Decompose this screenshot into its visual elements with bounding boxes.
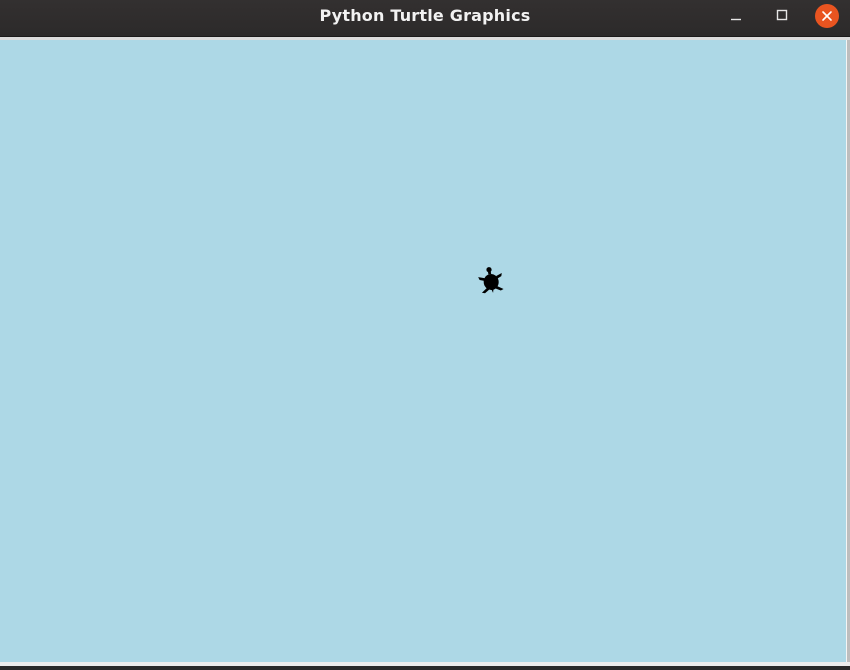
turtle-canvas[interactable] [0,40,848,662]
window-title: Python Turtle Graphics [319,6,531,25]
minimize-icon [731,18,741,21]
desktop-edge [0,666,850,670]
maximize-button[interactable] [770,4,794,28]
window-titlebar[interactable]: Python Turtle Graphics [0,0,850,37]
close-button[interactable] [815,4,839,28]
maximize-icon [776,9,788,21]
turtle-window: Python Turtle Graphics [0,0,850,670]
minimize-button[interactable] [724,4,748,28]
close-icon [815,4,839,28]
turtle-icon [478,267,504,294]
